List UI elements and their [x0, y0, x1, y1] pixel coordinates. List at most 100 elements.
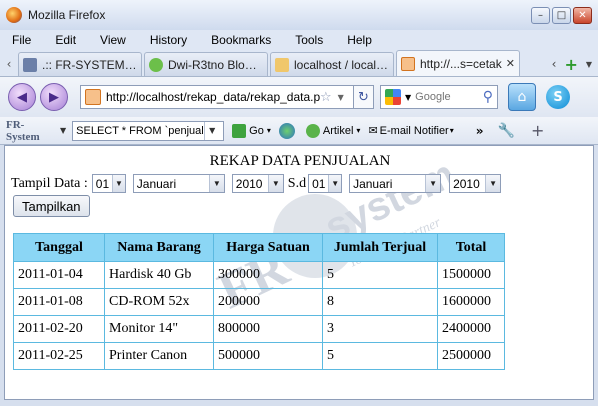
menu-help[interactable]: Help [347, 33, 372, 47]
tab-label: .:: FR-SYSTEM ::. [42, 57, 137, 72]
url-dropdown-icon[interactable]: ▼ [338, 93, 344, 102]
add-toolbar-icon[interactable]: + [531, 121, 544, 140]
dropdown-arrow-icon: ▼ [112, 175, 125, 192]
back-icon[interactable]: ◀ [8, 83, 36, 111]
column-header: Nama Barang [104, 233, 214, 262]
table-row: 2011-01-04 Hardisk 40 Gb 300000 5 150000… [13, 261, 505, 289]
tab-bar: ‹ .:: FR-SYSTEM ::. Dwi-R3tno Blog | ...… [0, 50, 598, 77]
email-notifier-label: E-mail Notifier [379, 124, 449, 137]
artikel-label: Artikel [322, 124, 354, 137]
tab-scroll-right-icon[interactable]: ‹ [552, 57, 557, 71]
table-cell: CD-ROM 52x [104, 288, 214, 316]
from-month-value: Januari [136, 176, 177, 191]
table-row: 2011-02-20 Monitor 14" 800000 3 2400000 [13, 315, 505, 343]
search-engine-dropdown-icon[interactable]: ▼ [405, 93, 411, 102]
page-icon [401, 56, 415, 71]
to-day-value: 01 [312, 176, 326, 191]
tab-cetak[interactable]: http://...s=cetak ✕ [396, 50, 520, 76]
minimize-button[interactable]: – [531, 6, 550, 24]
from-year-select[interactable]: 2010 ▼ [231, 174, 284, 193]
table-cell: 800000 [213, 315, 323, 343]
email-dropdown-icon: ▾ [449, 126, 454, 135]
table-cell: Hardisk 40 Gb [104, 261, 214, 289]
table-cell: 2011-02-20 [13, 315, 105, 343]
close-button[interactable]: ✕ [573, 6, 592, 24]
check-icon [305, 123, 320, 138]
bookmarks-toolbar: FR-System ▼ ▼ Go ▾ Artikel ▾ ✉ E-mail No… [0, 117, 598, 145]
search-input[interactable] [415, 91, 476, 103]
globe-button[interactable] [278, 122, 298, 139]
url-bar[interactable]: ☆ ▼ [80, 85, 354, 109]
tab-phpmyadmin[interactable]: localhost / localhos... [270, 52, 394, 76]
tab-dwi-blog[interactable]: Dwi-R3tno Blog | ... [144, 52, 268, 76]
search-icon[interactable]: ⚲ [483, 89, 493, 105]
column-header: Total [437, 233, 505, 262]
from-month-select[interactable]: Januari ▼ [132, 174, 225, 193]
avatar-icon [23, 57, 37, 72]
column-header: Tanggal [13, 233, 105, 262]
overflow-chevron-icon[interactable]: » [476, 124, 484, 138]
menu-bookmarks[interactable]: Bookmarks [211, 33, 271, 47]
from-day-select[interactable]: 01 ▼ [91, 174, 126, 193]
from-year-value: 2010 [235, 176, 263, 191]
to-month-select[interactable]: Januari ▼ [349, 174, 442, 193]
sql-box[interactable]: ▼ [72, 120, 225, 141]
artikel-dropdown-icon: ▾ [356, 126, 361, 135]
table-cell: 2011-01-08 [13, 288, 105, 316]
tampilkan-button[interactable]: Tampilkan [13, 195, 90, 217]
dropdown-arrow-icon: ▼ [267, 175, 283, 192]
new-tab-icon[interactable]: + [564, 55, 577, 74]
table-cell: 8 [322, 288, 438, 316]
blog-icon [149, 57, 163, 72]
column-header: Harga Satuan [213, 233, 323, 262]
envelope-icon: ✉ [368, 125, 378, 137]
tab-fr-system[interactable]: .:: FR-SYSTEM ::. [18, 52, 142, 76]
tab-label: localhost / localhos... [294, 57, 389, 72]
fr-system-logo[interactable]: FR-System [6, 119, 56, 143]
to-day-select[interactable]: 01 ▼ [308, 174, 343, 193]
wrench-icon[interactable]: 🔧 [498, 123, 515, 139]
reload-icon[interactable]: ↻ [354, 85, 374, 109]
site-favicon-icon [85, 89, 101, 105]
sql-input[interactable] [76, 124, 205, 137]
table-cell: 2011-02-25 [13, 342, 105, 370]
page-title: REKAP DATA PENJUALAN [209, 153, 391, 169]
skype-icon[interactable]: S [546, 85, 570, 109]
filter-row: Tampil Data : 01 ▼ Januari ▼ 2010 ▼ S.d … [11, 174, 505, 193]
page-content: FR system Your Web Partner REKAP DATA PE… [4, 145, 594, 400]
menu-file[interactable]: File [12, 33, 31, 47]
globe-icon [278, 122, 295, 139]
menu-bar: File Edit View History Bookmarks Tools H… [0, 30, 598, 50]
artikel-button[interactable]: Artikel ▾ [305, 123, 361, 138]
tab-scroll-left-icon[interactable]: ‹ [0, 52, 18, 76]
email-notifier-button[interactable]: ✉ E-mail Notifier ▾ [368, 124, 454, 138]
go-arrow-icon [232, 123, 247, 138]
url-input[interactable] [106, 90, 320, 104]
close-tab-icon[interactable]: ✕ [502, 57, 515, 70]
table-row: 2011-02-25 Printer Canon 500000 5 250000… [13, 342, 505, 370]
home-icon[interactable]: ⌂ [508, 83, 536, 111]
sql-dropdown-icon[interactable]: ▼ [204, 121, 219, 140]
search-bar[interactable]: ▼ ⚲ [380, 85, 498, 109]
menu-tools[interactable]: Tools [295, 33, 323, 47]
maximize-button[interactable]: □ [552, 6, 571, 24]
table-cell: Monitor 14" [104, 315, 214, 343]
window-title: Mozilla Firefox [28, 8, 106, 22]
to-year-select[interactable]: 2010 ▼ [449, 174, 502, 193]
title-bar: Mozilla Firefox – □ ✕ [0, 0, 598, 30]
dropdown-arrow-icon: ▼ [485, 175, 501, 192]
bookmark-star-icon[interactable]: ☆ [320, 90, 332, 105]
logo-dropdown-icon[interactable]: ▼ [60, 126, 66, 135]
menu-history[interactable]: History [150, 33, 187, 47]
dropdown-arrow-icon: ▼ [328, 175, 342, 192]
sales-table: Tanggal Nama Barang Harga Satuan Jumlah … [13, 233, 505, 370]
menu-view[interactable]: View [100, 33, 126, 47]
from-day-value: 01 [95, 176, 110, 191]
column-header: Jumlah Terjual [322, 233, 438, 262]
tab-list-icon[interactable]: ▼ [586, 60, 592, 69]
table-row: 2011-01-08 CD-ROM 52x 200000 8 1600000 [13, 288, 505, 316]
forward-icon[interactable]: ▶ [40, 83, 68, 111]
table-cell: 1600000 [437, 288, 505, 316]
go-button[interactable]: Go ▾ [232, 123, 271, 138]
menu-edit[interactable]: Edit [55, 33, 76, 47]
